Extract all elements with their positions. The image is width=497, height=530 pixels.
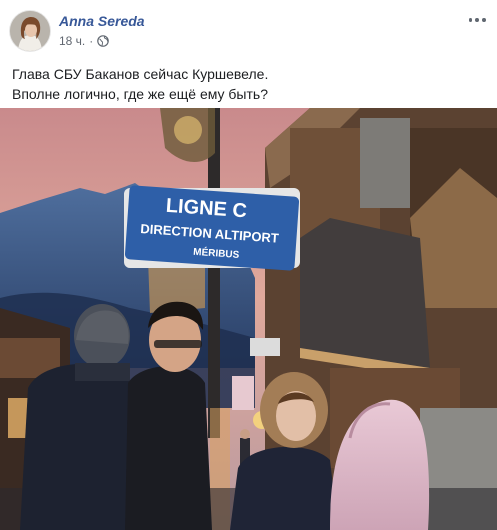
more-options-button[interactable] <box>467 10 487 30</box>
photo-scene: LIGNE C DIRECTION ALTIPORT MÉRIBUS <box>0 108 497 530</box>
author-name[interactable]: Anna Sereda <box>59 13 145 29</box>
post-text: Глава СБУ Баканов сейчас Куршевеле. Впол… <box>12 64 482 104</box>
author-avatar[interactable] <box>10 11 50 51</box>
post-text-line-1: Глава СБУ Баканов сейчас Куршевеле. <box>12 66 269 82</box>
post-timestamp[interactable]: 18 ч. <box>59 34 85 48</box>
post-meta: 18 ч. · <box>59 34 110 48</box>
post-photo[interactable]: LIGNE C DIRECTION ALTIPORT MÉRIBUS <box>0 108 497 530</box>
shop-sign <box>250 338 280 356</box>
avatar-image <box>10 11 50 51</box>
more-dot-icon <box>481 18 486 22</box>
meta-separator: · <box>89 34 94 48</box>
globe-icon[interactable] <box>97 35 110 47</box>
roof <box>300 218 430 368</box>
more-dot-icon <box>475 18 479 22</box>
lamp-pole <box>208 108 220 438</box>
post-header: Anna Sereda 18 ч. · <box>0 0 497 58</box>
more-dot-icon <box>468 18 473 22</box>
post-text-line-2: Вполне логично, где же ещё ему быть? <box>12 86 268 102</box>
ligne-c-sign: LIGNE C DIRECTION ALTIPORT MÉRIBUS <box>124 185 300 271</box>
poster <box>232 376 254 410</box>
stone-wall <box>360 118 410 208</box>
